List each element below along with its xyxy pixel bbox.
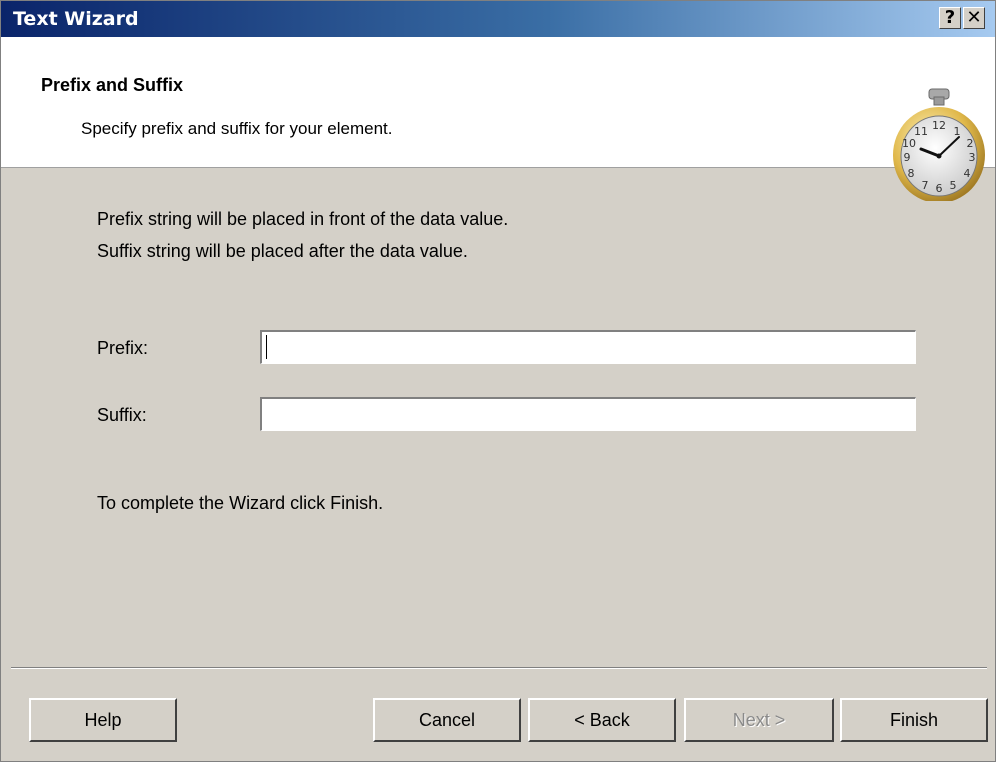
finish-button[interactable]: Finish	[840, 698, 988, 742]
svg-text:4: 4	[964, 167, 971, 180]
wizard-header: Prefix and Suffix Specify prefix and suf…	[1, 37, 995, 201]
svg-text:2: 2	[967, 137, 974, 150]
back-button[interactable]: < Back	[528, 698, 676, 742]
close-button[interactable]: ✕	[963, 7, 985, 29]
prefix-description: Prefix string will be placed in front of…	[97, 209, 509, 229]
svg-text:8: 8	[908, 167, 915, 180]
suffix-description: Suffix string will be placed after the d…	[97, 241, 468, 261]
page-title: Prefix and Suffix	[41, 75, 184, 95]
prefix-label: Prefix:	[97, 338, 149, 358]
finish-hint: To complete the Wizard click Finish.	[97, 493, 384, 513]
svg-text:6: 6	[936, 182, 943, 195]
stopwatch-icon: 12 11 1 10 2 9 3 8 4 7 6 5	[893, 88, 985, 201]
title-bar[interactable]: Text Wizard ? ✕	[1, 1, 995, 37]
text-caret	[266, 335, 267, 359]
window-title: Text Wizard	[13, 8, 139, 30]
help-button[interactable]: Help	[29, 698, 177, 742]
suffix-label: Suffix:	[97, 405, 147, 425]
suffix-input[interactable]	[260, 397, 916, 431]
separator	[11, 667, 987, 669]
svg-text:12: 12	[932, 119, 946, 132]
svg-text:10: 10	[902, 137, 916, 150]
svg-text:7: 7	[922, 179, 929, 192]
svg-text:1: 1	[954, 125, 961, 138]
svg-text:5: 5	[950, 179, 957, 192]
svg-text:3: 3	[969, 151, 976, 164]
svg-text:11: 11	[914, 125, 928, 138]
page-subtitle: Specify prefix and suffix for your eleme…	[81, 119, 393, 138]
help-title-button[interactable]: ?	[939, 7, 961, 29]
prefix-input[interactable]	[260, 330, 916, 364]
svg-text:9: 9	[904, 151, 911, 164]
cancel-button[interactable]: Cancel	[373, 698, 521, 742]
next-button[interactable]: Next >	[684, 698, 834, 742]
text-wizard-dialog: Text Wizard ? ✕ Prefix and Suffix Specif…	[0, 0, 996, 762]
